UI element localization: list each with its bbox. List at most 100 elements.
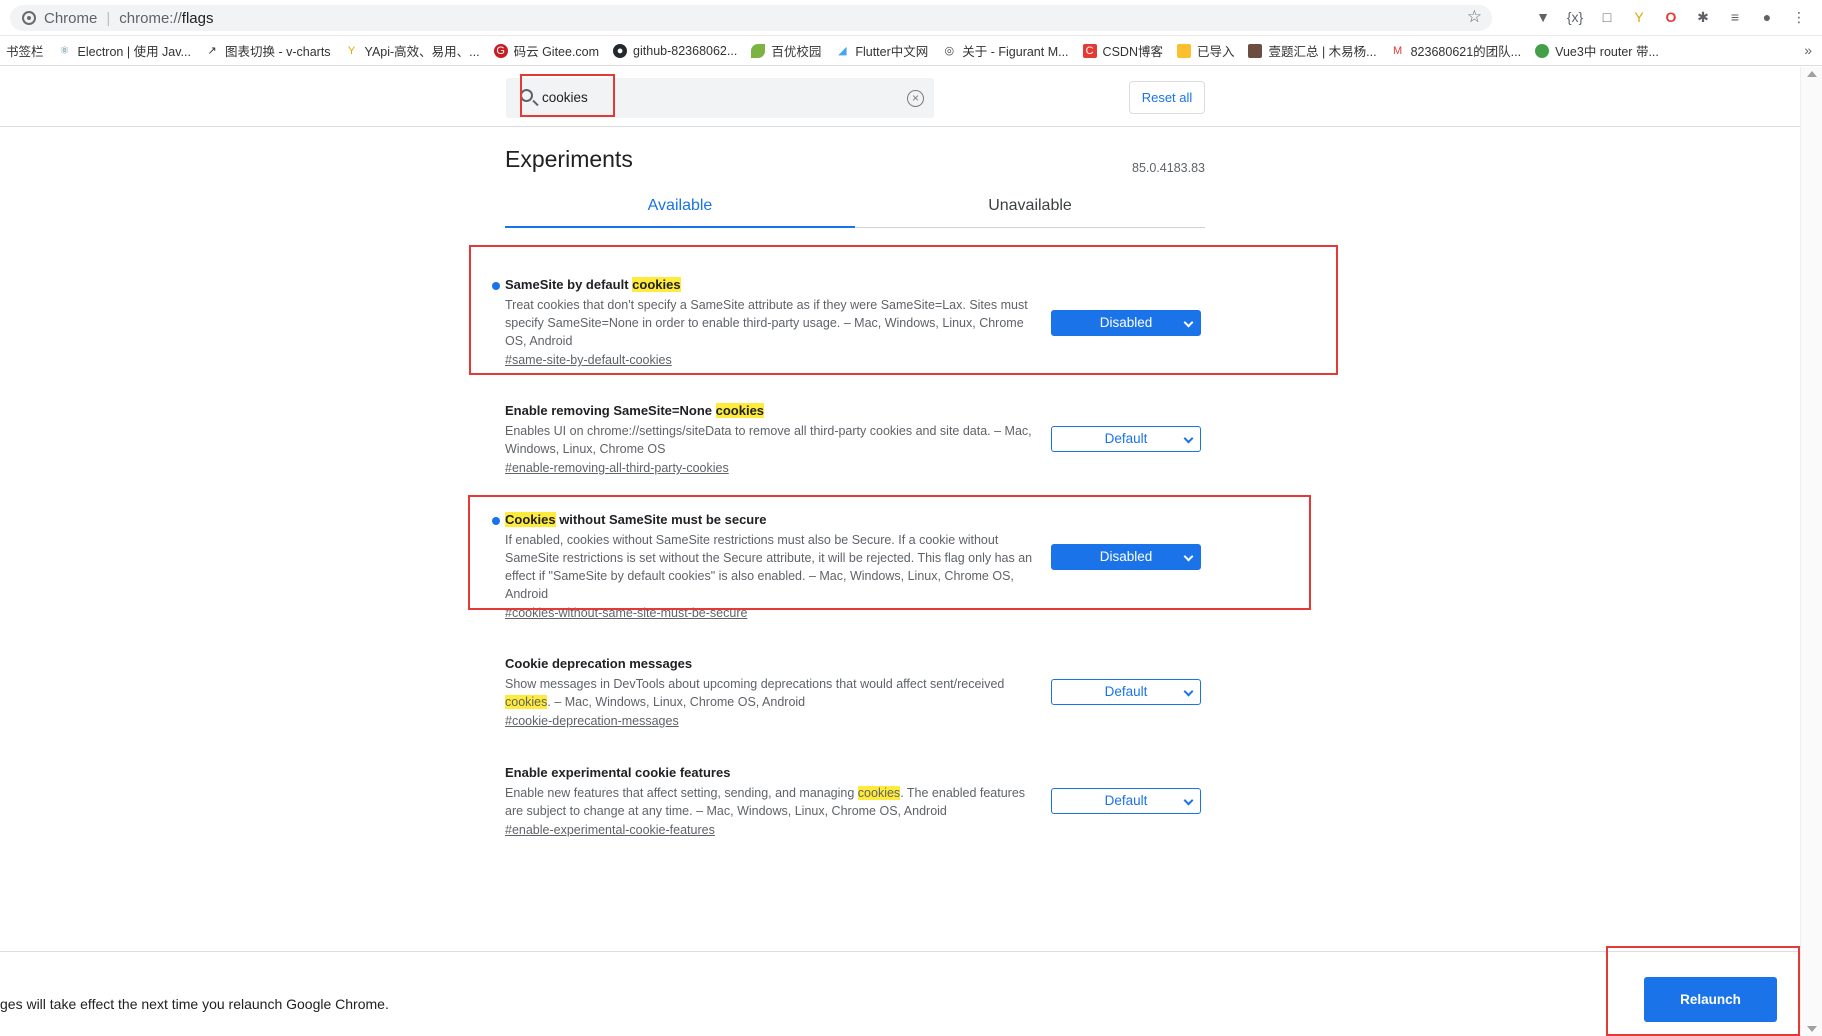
opera-extension-icon[interactable]: O: [1661, 7, 1681, 27]
search-highlight: cookies: [715, 403, 765, 418]
vertical-scrollbar[interactable]: [1800, 67, 1822, 1036]
select-value: Default: [1104, 431, 1148, 446]
github-icon: ●: [613, 43, 628, 58]
annotation-box-relaunch: [1606, 946, 1800, 1036]
leaf-icon: [751, 43, 766, 58]
folder-icon: [1176, 43, 1191, 58]
bookmark-item[interactable]: ◢ Flutter中文网: [835, 41, 928, 60]
more-menu-icon[interactable]: ⋮: [1789, 7, 1809, 27]
bookmark-item[interactable]: ● github-82368062...: [613, 43, 738, 58]
page-title: Experiments: [505, 146, 633, 172]
blank-extension-icon[interactable]: □: [1597, 7, 1617, 27]
flutter-icon: ◢: [838, 44, 847, 57]
search-highlight: cookies: [857, 786, 901, 800]
flags-header: cookies × Reset all: [0, 67, 1800, 127]
experiment-name: Enable experimental cookie features: [505, 765, 1205, 780]
bookmark-item[interactable]: Y YApi-高效、易用、...: [345, 41, 480, 60]
globe-icon: ◎: [944, 44, 955, 57]
bookmark-label: 图表切换 - v-charts: [224, 45, 331, 59]
address-bar[interactable]: Chrome | chrome://flags ☆: [10, 5, 1492, 31]
experiment-name-text: Enable experimental cookie features: [505, 765, 731, 780]
json-viewer-icon[interactable]: {x}: [1565, 7, 1585, 27]
experiment-name: Enable removing SameSite=None cookies: [505, 403, 1205, 418]
bookmark-item[interactable]: 书签栏: [6, 41, 44, 60]
search-highlight: cookies: [505, 695, 548, 709]
description-text: . – Mac, Windows, Linux, Chrome OS, Andr…: [547, 695, 806, 709]
wechat-icon: [1535, 43, 1550, 58]
bookmark-item[interactable]: ⚛ Electron | 使用 Jav...: [58, 41, 191, 60]
experiment-name-text: Cookie deprecation messages: [505, 656, 693, 671]
bookmark-label: 壹题汇总 | 木易杨...: [1268, 45, 1377, 59]
clear-search-icon[interactable]: ×: [907, 90, 924, 107]
annotation-box-search: [520, 74, 615, 117]
bookmark-label: YApi-高效、易用、...: [364, 45, 480, 59]
bookmark-item[interactable]: ◎ 关于 - Figurant M...: [942, 41, 1068, 60]
tab-bar: Available Unavailable: [505, 186, 1205, 228]
mail-icon: M: [1393, 44, 1403, 57]
chevron-down-icon: [1183, 433, 1194, 444]
reading-list-icon[interactable]: ≡: [1725, 7, 1745, 27]
annotation-box-experiment-1: [469, 245, 1338, 375]
bookmarks-bar: 书签栏 ⚛ Electron | 使用 Jav... ↗ 图表切换 - v-char…: [0, 36, 1822, 66]
relaunch-message: ges will take effect the next time you r…: [0, 996, 389, 1012]
url-scheme: chrome://: [119, 9, 182, 27]
star-icon[interactable]: ☆: [1467, 7, 1482, 27]
flags-page: cookies × Reset all Experiments 85.0.418…: [0, 67, 1800, 1036]
select-value: Default: [1104, 684, 1148, 699]
bookmark-label: github-82368062...: [633, 43, 738, 58]
experiment-state-select[interactable]: Default: [1051, 788, 1201, 814]
reset-all-button[interactable]: Reset all: [1129, 81, 1205, 114]
experiment-description: Enables UI on chrome://settings/siteData…: [505, 422, 1035, 458]
csdn-icon: C: [1082, 43, 1097, 58]
bookmark-item[interactable]: 已导入: [1176, 41, 1235, 60]
tab-unavailable[interactable]: Unavailable: [855, 186, 1205, 228]
vue-devtools-icon[interactable]: ▼: [1533, 7, 1553, 27]
annotation-box-experiment-3: [468, 495, 1311, 610]
site-label: Chrome: [44, 9, 98, 27]
electron-icon: ⚛: [59, 44, 70, 57]
extensions-puzzle-icon[interactable]: ✱: [1693, 7, 1713, 27]
bookmark-label: Electron | 使用 Jav...: [77, 45, 191, 59]
experiment-permalink[interactable]: #enable-removing-all-third-party-cookies: [505, 461, 729, 475]
experiment-state-select[interactable]: Default: [1051, 679, 1201, 705]
bookmark-item[interactable]: C CSDN博客: [1082, 41, 1163, 60]
bookmark-label: 已导入: [1196, 45, 1235, 59]
experiment-description: Show messages in DevTools about upcoming…: [505, 675, 1035, 711]
bookmark-label: 码云 Gitee.com: [513, 45, 600, 59]
bookmark-item[interactable]: Vue3中 router 带...: [1535, 41, 1659, 60]
bookmark-item[interactable]: 壹题汇总 | 木易杨...: [1248, 41, 1377, 60]
bookmark-item[interactable]: 百优校园: [751, 41, 821, 60]
bookmark-label: 关于 - Figurant M...: [962, 45, 1069, 59]
experiment-permalink[interactable]: #cookie-deprecation-messages: [505, 714, 679, 728]
bookmark-label: CSDN博客: [1102, 45, 1163, 59]
chevron-down-icon: [1183, 795, 1194, 806]
experiment-description: Enable new features that affect setting,…: [505, 784, 1035, 820]
bookmarks-overflow-button[interactable]: »: [1804, 42, 1812, 58]
experiment-state-select[interactable]: Default: [1051, 426, 1201, 452]
experiment-name: Cookie deprecation messages: [505, 656, 1205, 671]
bookmark-item[interactable]: M 823680621的团队...: [1391, 41, 1521, 60]
bookmark-label: Vue3中 router 带...: [1555, 45, 1659, 59]
bookmark-item[interactable]: G 码云 Gitee.com: [493, 41, 600, 60]
relaunch-footer: ges will take effect the next time you r…: [0, 946, 1800, 1036]
bookmark-label: 书签栏: [6, 45, 44, 59]
browser-toolbar: Chrome | chrome://flags ☆ ▼ {x} □ Y O ✱ …: [0, 0, 1822, 36]
chevron-down-icon: [1183, 686, 1194, 697]
description-text: Enables UI on chrome://settings/siteData…: [505, 424, 1032, 456]
profile-avatar-icon[interactable]: ●: [1757, 7, 1777, 27]
experiment-item: Enable experimental cookie features Enab…: [505, 765, 1205, 839]
chrome-icon: [22, 11, 36, 25]
experiment-name-text: Enable removing SameSite=None: [505, 403, 716, 418]
experiment-permalink[interactable]: #enable-experimental-cookie-features: [505, 823, 715, 837]
scroll-down-icon[interactable]: [1807, 1026, 1817, 1032]
scroll-up-icon[interactable]: [1807, 71, 1817, 77]
yapi-icon: Y: [347, 44, 356, 57]
version-label: 85.0.4183.83: [1132, 161, 1205, 175]
url-host: flags: [181, 9, 214, 27]
bookmark-item[interactable]: ↗ 图表切换 - v-charts: [205, 41, 331, 60]
tab-available[interactable]: Available: [505, 186, 855, 228]
bookmark-label: 百优校园: [771, 45, 822, 59]
yapi-extension-icon[interactable]: Y: [1629, 7, 1649, 27]
extensions-area: ▼ {x} □ Y O ✱ ≡ ● ⋮: [1533, 7, 1809, 27]
description-text: Show messages in DevTools about upcoming…: [505, 677, 1005, 691]
